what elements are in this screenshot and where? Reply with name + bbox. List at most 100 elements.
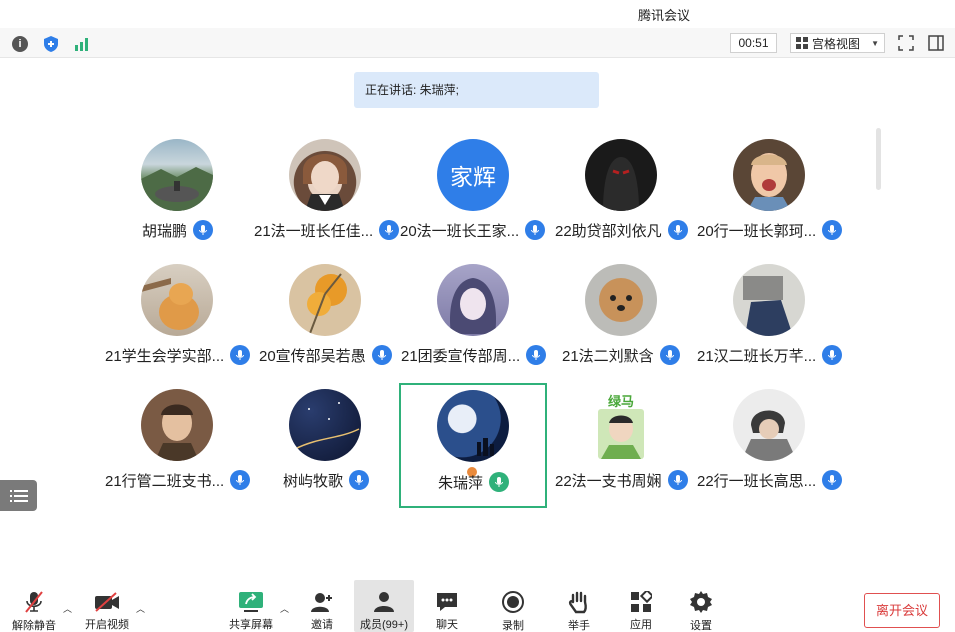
view-mode-label: 宫格视图 bbox=[812, 36, 861, 51]
signal-icon[interactable] bbox=[73, 35, 91, 53]
participant-tile[interactable]: 21法二刘默含 bbox=[548, 249, 694, 373]
participant-name-row: 21汉二班长万芊... bbox=[697, 345, 843, 365]
participant-name: 22行一班长高思... bbox=[697, 472, 817, 490]
share-screen-button[interactable]: 共享屏幕 bbox=[226, 580, 276, 632]
chat-button[interactable]: 聊天 bbox=[432, 580, 462, 632]
shield-icon[interactable] bbox=[42, 35, 60, 53]
participant-tile[interactable]: 树屿牧歌 bbox=[252, 374, 398, 498]
mic-muted-icon bbox=[526, 345, 547, 365]
fullscreen-icon[interactable] bbox=[897, 34, 915, 52]
list-icon bbox=[9, 489, 28, 502]
audio-options-chevron-icon[interactable]: ︿ bbox=[63, 602, 72, 615]
participant-name: 朱瑞萍 bbox=[438, 474, 484, 492]
side-panel-icon[interactable] bbox=[927, 34, 945, 52]
avatar bbox=[437, 264, 509, 336]
record-icon bbox=[500, 590, 526, 614]
participant-tile[interactable]: 家辉 20法一班长王家... bbox=[400, 124, 546, 248]
participant-tile[interactable]: 22助贷部刘依凡 bbox=[548, 124, 694, 248]
participant-name-row: 树屿牧歌 bbox=[283, 470, 370, 490]
chat-label: 聊天 bbox=[436, 619, 458, 631]
avatar bbox=[289, 389, 361, 461]
members-button[interactable]: 成员(99+) bbox=[354, 580, 414, 632]
participant-name: 20宣传部吴若愚 bbox=[259, 347, 366, 365]
participant-tile[interactable]: 21法一班长任佳... bbox=[252, 124, 400, 248]
participant-name-row: 22法一支书周娴 bbox=[555, 470, 688, 490]
settings-label: 设置 bbox=[690, 620, 712, 632]
participant-tile[interactable]: 20行一班长郭珂... bbox=[696, 124, 843, 248]
start-video-label: 开启视频 bbox=[85, 619, 129, 631]
avatar bbox=[733, 264, 805, 336]
participant-tile[interactable]: 21汉二班长万芊... bbox=[696, 249, 843, 373]
avatar bbox=[437, 390, 509, 462]
info-icon[interactable]: i bbox=[12, 36, 28, 52]
camera-off-icon bbox=[94, 590, 120, 613]
avatar bbox=[141, 264, 213, 336]
meeting-timer: 00:51 bbox=[730, 33, 777, 53]
avatar: 家辉 bbox=[437, 139, 509, 211]
share-options-chevron-icon[interactable]: ︿ bbox=[280, 602, 289, 615]
mic-muted-icon bbox=[230, 470, 251, 490]
share-screen-icon bbox=[238, 590, 264, 613]
avatar bbox=[289, 139, 361, 211]
avatar bbox=[141, 139, 213, 211]
leave-meeting-button[interactable]: 离开会议 bbox=[864, 593, 940, 628]
members-label: 成员(99+) bbox=[360, 619, 408, 631]
unmute-label: 解除静音 bbox=[12, 620, 56, 632]
participant-tile[interactable]: 21团委宣传部周... bbox=[400, 249, 547, 373]
mic-muted-icon bbox=[659, 345, 680, 365]
participant-name-row: 21学生会学实部... bbox=[105, 345, 251, 365]
member-list-toggle[interactable] bbox=[0, 480, 37, 511]
invite-button[interactable]: 邀请 bbox=[305, 580, 339, 632]
participant-name: 21行管二班支书... bbox=[105, 472, 225, 490]
avatar bbox=[733, 389, 805, 461]
record-button[interactable]: 录制 bbox=[498, 580, 528, 632]
participant-name-row: 21团委宣传部周... bbox=[401, 345, 547, 365]
participant-tile[interactable]: 21学生会学实部... bbox=[104, 249, 251, 373]
mic-muted-icon bbox=[193, 220, 214, 240]
participant-name: 21学生会学实部... bbox=[105, 347, 225, 365]
mic-muted-icon bbox=[379, 220, 400, 240]
participant-name: 树屿牧歌 bbox=[283, 472, 344, 490]
apps-button[interactable]: 应用 bbox=[626, 580, 656, 632]
unmute-button[interactable]: 解除静音 bbox=[10, 580, 58, 632]
mic-muted-icon bbox=[822, 220, 843, 240]
avatar bbox=[733, 139, 805, 211]
participant-name-row: 20法一班长王家... bbox=[400, 220, 546, 240]
share-screen-label: 共享屏幕 bbox=[229, 619, 273, 631]
mic-muted-icon bbox=[822, 345, 843, 365]
participant-name: 20法一班长王家... bbox=[400, 222, 520, 240]
bottom-control-bar: 解除静音 ︿ 开启视频 ︿ 共享屏幕 ︿ 邀请 成员(99+) 聊天 录制 举手… bbox=[0, 580, 955, 632]
avatar bbox=[585, 139, 657, 211]
mic-muted-icon bbox=[667, 220, 688, 240]
participant-name-row: 胡瑞鹏 bbox=[142, 220, 214, 240]
avatar bbox=[289, 264, 361, 336]
apps-icon bbox=[628, 590, 654, 613]
video-options-chevron-icon[interactable]: ︿ bbox=[136, 602, 145, 615]
participant-tile[interactable]: 22行一班长高思... bbox=[696, 374, 843, 498]
hand-icon bbox=[566, 590, 592, 614]
participant-name-row: 21法二刘默含 bbox=[562, 345, 680, 365]
raise-hand-button[interactable]: 举手 bbox=[564, 580, 594, 632]
mic-muted-icon bbox=[230, 345, 251, 365]
participant-name: 胡瑞鹏 bbox=[142, 222, 188, 240]
settings-button[interactable]: 设置 bbox=[686, 580, 716, 632]
participant-name-row: 22行一班长高思... bbox=[697, 470, 843, 490]
members-icon bbox=[371, 590, 397, 613]
participant-tile[interactable]: 胡瑞鹏 bbox=[104, 124, 250, 248]
title-bar: 腾讯会议 bbox=[0, 0, 955, 28]
participant-name: 21法二刘默含 bbox=[562, 347, 654, 365]
participant-tile[interactable]: 绿马 22法一支书周娴 bbox=[548, 374, 694, 498]
view-mode-dropdown[interactable]: 宫格视图 ▼ bbox=[790, 33, 885, 53]
participant-name-row: 朱瑞萍 bbox=[438, 472, 510, 492]
invite-label: 邀请 bbox=[311, 619, 333, 631]
gallery-scrollbar[interactable] bbox=[876, 128, 881, 190]
participant-tile[interactable]: 20宣传部吴若愚 bbox=[252, 249, 398, 373]
start-video-button[interactable]: 开启视频 bbox=[82, 580, 132, 632]
raise-hand-label: 举手 bbox=[568, 620, 590, 632]
avatar: 绿马 bbox=[585, 389, 657, 461]
record-label: 录制 bbox=[502, 620, 524, 632]
participant-tile-active-speaker[interactable]: 朱瑞萍 bbox=[399, 383, 547, 508]
participant-name: 20行一班长郭珂... bbox=[697, 222, 817, 240]
window-title: 腾讯会议 bbox=[638, 8, 691, 23]
participant-tile[interactable]: 21行管二班支书... bbox=[104, 374, 251, 498]
